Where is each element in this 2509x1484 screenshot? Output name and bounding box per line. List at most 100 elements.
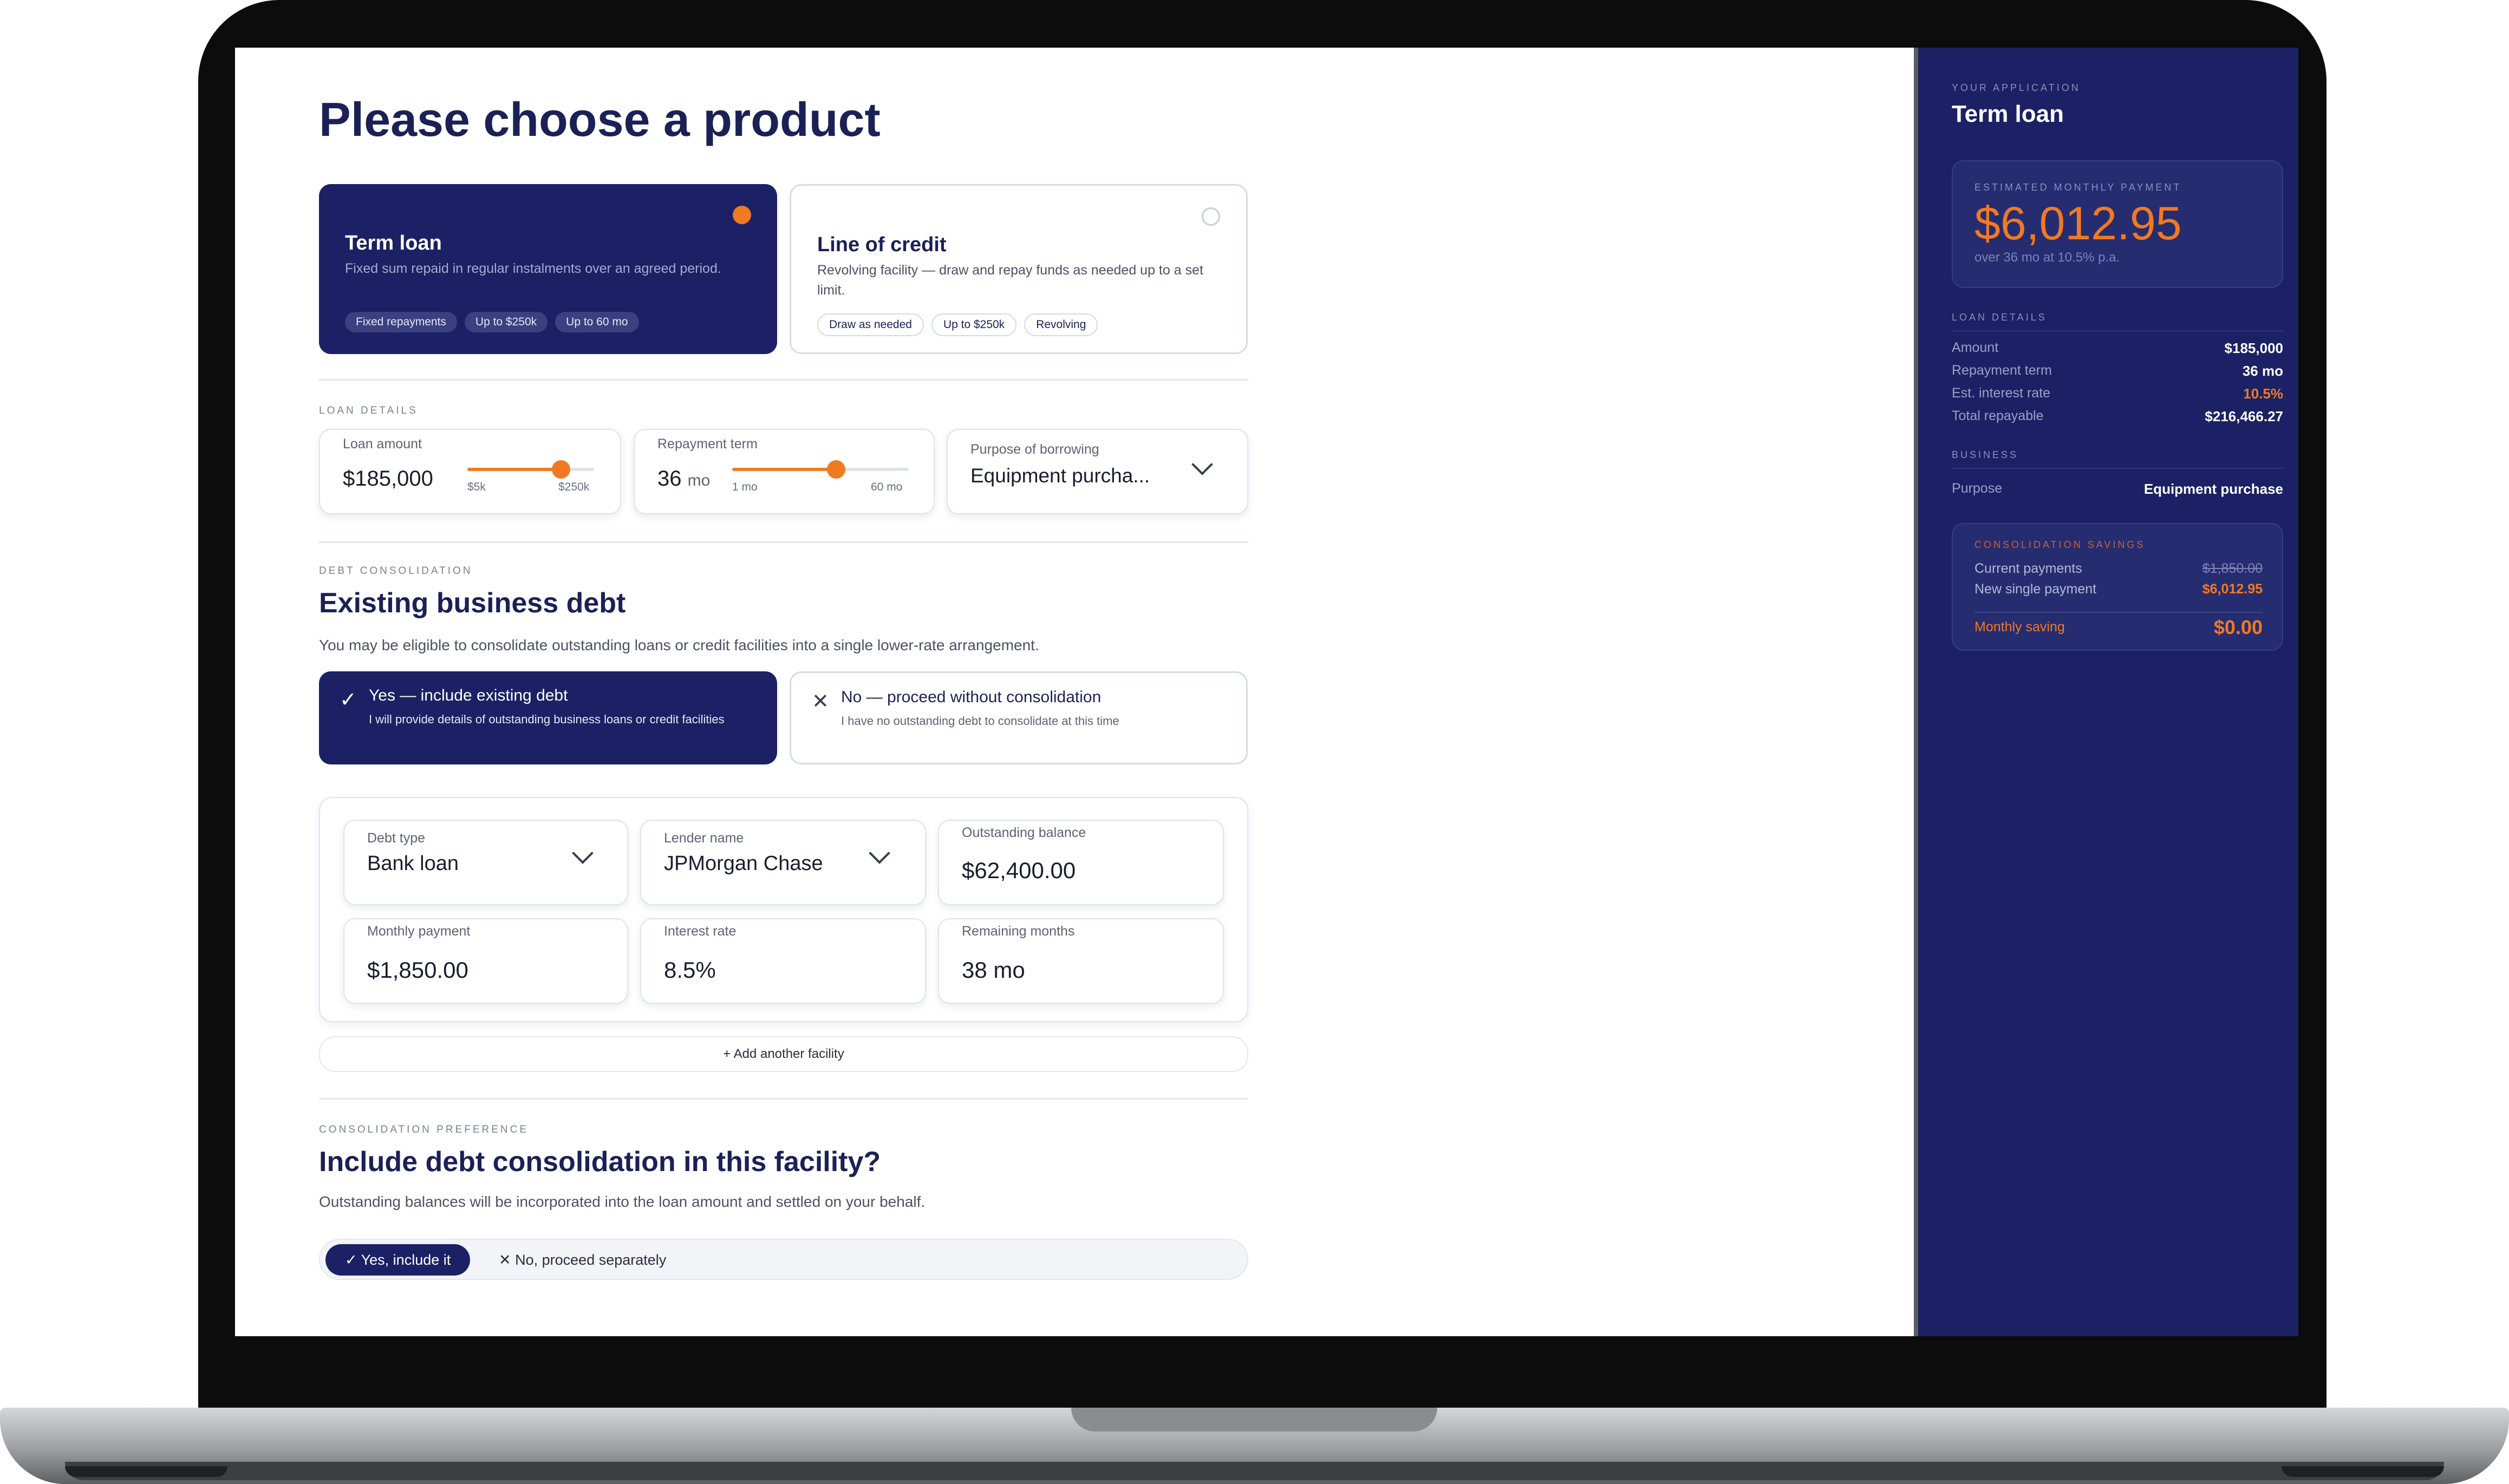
debt-type-value: Bank loan [367,852,459,875]
option-no-consolidation[interactable]: ✕ No — proceed without consolidation I h… [790,671,1248,764]
product-description: Fixed sum repaid in regular instalments … [345,261,721,276]
product-title: Term loan [345,232,442,254]
interest-rate-input[interactable]: Interest rate 8.5% [640,918,926,1004]
slider-max-label: 60 mo [871,481,903,493]
row-key: New single payment [1974,581,2097,597]
main-content: Please choose a product Term loan Fixed … [235,48,1914,1336]
laptop-foot-left [65,1466,227,1477]
monthly-payment-input[interactable]: Monthly payment $1,850.00 [343,918,628,1004]
chevron-down-icon[interactable] [869,842,890,864]
chevron-down-icon[interactable] [1191,454,1213,475]
screen: Please choose a product Term loan Fixed … [235,48,2298,1336]
summary-row-amount: Amount $185,000 [1952,340,2283,361]
row-key: Repayment term [1952,363,2052,378]
repayment-term-slider[interactable] [732,460,909,479]
debt-type-select[interactable]: Debt type Bank loan [343,820,628,905]
product-card-line-of-credit[interactable]: Line of credit Revolving facility — draw… [790,184,1248,354]
loan-amount-field[interactable]: Loan amount $185,000 $5k $250k [319,429,621,514]
debt-heading: Existing business debt [319,587,626,619]
divider [319,541,1248,543]
product-chip: Up to $250k [464,312,548,332]
sidebar-divider [1914,48,1918,1336]
toggle-yes-include[interactable]: ✓ Yes, include it [325,1244,471,1276]
payment-label: ESTIMATED MONTHLY PAYMENT [1974,182,2182,193]
consolidation-savings-card: CONSOLIDATION SAVINGS Current payments $… [1952,523,2283,651]
field-label: Outstanding balance [962,825,1086,840]
sidebar-loan-details-label: LOAN DETAILS [1952,312,2047,323]
section-label-consolidation-preference: CONSOLIDATION PREFERENCE [319,1124,529,1135]
field-label: Remaining months [962,924,1075,939]
row-key: Purpose [1952,481,2003,496]
debt-description: You may be eligible to consolidate outst… [319,637,1039,653]
payment-amount: $6,012.95 [1974,198,2182,250]
laptop-base-shadow [65,1462,2444,1480]
product-chip: Up to 60 mo [555,312,639,332]
product-chips: Draw as needed Up to $250k Revolving [817,313,1098,336]
consolidation-toggle: ✓ Yes, include it ✕ No, proceed separate… [319,1239,1248,1280]
row-value: $216,466.27 [2205,408,2283,424]
option-title: Yes — include existing debt [369,687,568,704]
field-label: Interest rate [664,924,737,939]
page-title: Please choose a product [319,93,881,146]
row-key: Monthly saving [1974,619,2065,635]
field-label: Repayment term [657,436,758,452]
outstanding-balance-input[interactable]: Outstanding balance $62,400.00 [938,820,1224,905]
product-chip: Revolving [1024,313,1098,336]
loan-amount-value: $185,000 [343,467,433,491]
slider-max-label: $250k [558,481,590,493]
radio-selected-icon[interactable] [733,206,751,224]
row-key: Amount [1952,340,1999,355]
sidebar-app-label: YOUR APPLICATION [1952,82,2081,93]
sidebar-product-title: Term loan [1952,101,2064,127]
savings-label: CONSOLIDATION SAVINGS [1974,539,2146,550]
summary-row-term: Repayment term 36 mo [1952,363,2283,383]
loan-amount-slider[interactable] [467,460,594,479]
row-key: Est. interest rate [1952,385,2051,401]
option-title: No — proceed without consolidation [841,688,1102,706]
product-chip: Up to $250k [931,313,1017,336]
slider-min-label: 1 mo [732,481,758,493]
toggle-no-separately[interactable]: ✕ No, proceed separately [499,1244,666,1276]
product-title: Line of credit [817,233,947,256]
product-description: Revolving facility — draw and repay fund… [817,263,1203,298]
preference-description: Outstanding balances will be incorporate… [319,1193,926,1210]
product-card-term-loan[interactable]: Term loan Fixed sum repaid in regular in… [319,184,777,354]
repayment-term-field[interactable]: Repayment term 36 mo 1 mo 60 mo [634,429,935,514]
divider [1952,330,2283,331]
row-value: 36 mo [2242,363,2283,379]
outstanding-balance-value: $62,400.00 [962,858,1076,883]
close-icon: ✕ [812,690,829,713]
add-facility-button[interactable]: + Add another facility [319,1036,1248,1072]
row-value: $185,000 [2224,340,2283,356]
row-key: Total repayable [1952,408,2044,423]
preference-heading: Include debt consolidation in this facil… [319,1146,881,1178]
sidebar-business-label: BUSINESS [1952,449,2019,460]
remaining-months-input[interactable]: Remaining months 38 mo [938,918,1224,1004]
slider-handle[interactable] [552,460,571,479]
radio-unselected-icon[interactable] [1202,207,1220,226]
purpose-select[interactable]: Purpose of borrowing Equipment purcha... [947,429,1248,514]
row-key: Current payments [1974,561,2082,576]
slider-fill [732,468,837,471]
summary-row-purpose: Purpose Equipment purchase [1952,481,2283,501]
chevron-down-icon[interactable] [572,842,594,864]
option-description: I will provide details of outstanding bu… [369,712,725,726]
slider-fill [467,468,562,471]
slider-handle[interactable] [827,460,846,479]
lender-name-select[interactable]: Lender name JPMorgan Chase [640,820,926,905]
option-include-existing-debt[interactable]: ✓ Yes — include existing debt I will pro… [319,671,777,764]
product-chip: Fixed repayments [345,312,457,332]
purpose-value: Equipment purcha... [970,465,1150,487]
divider [319,379,1248,381]
laptop-foot-right [2282,1466,2444,1477]
field-label: Lender name [664,831,744,846]
section-label-debt-consolidation: DEBT CONSOLIDATION [319,565,473,577]
divider [319,1098,1248,1100]
product-chip: Draw as needed [817,313,924,336]
row-value: $6,012.95 [2202,581,2263,597]
remaining-months-value: 38 mo [962,957,1025,983]
summary-row-interest-rate: Est. interest rate 10.5% [1952,385,2283,406]
repayment-term-value: 36 mo [657,467,710,491]
summary-row-total: Total repayable $216,466.27 [1952,408,2283,429]
checkmark-icon: ✓ [340,689,357,711]
